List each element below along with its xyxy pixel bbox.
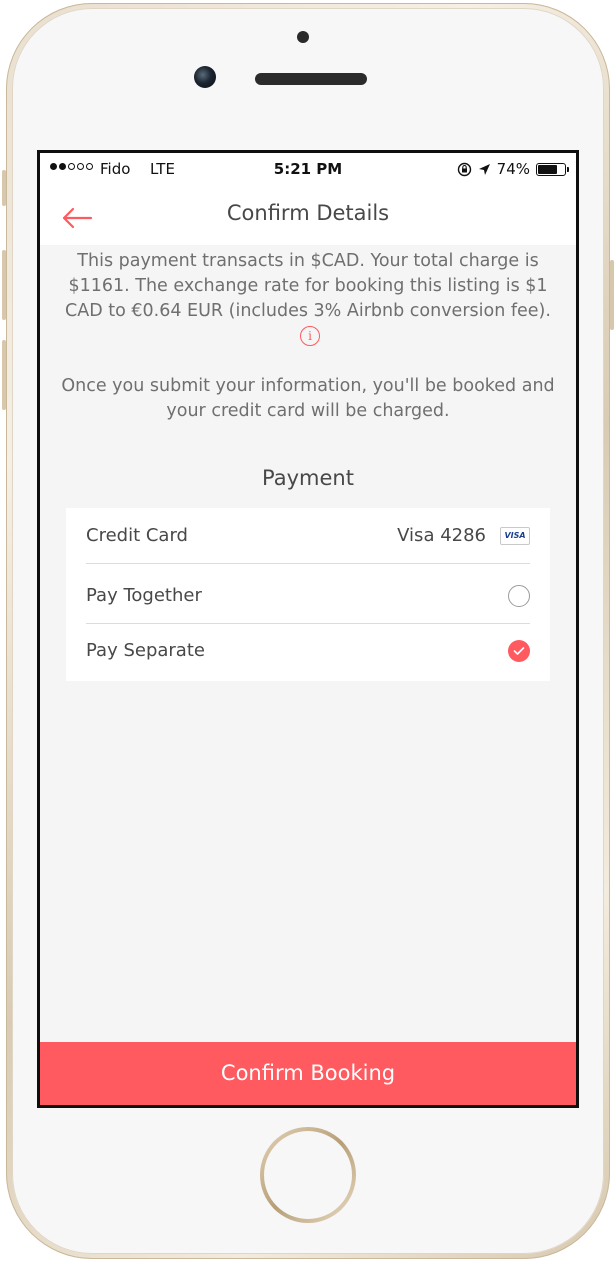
pay-together-label: Pay Together [86,585,202,606]
pay-separate-option[interactable]: Pay Separate [66,623,550,679]
confirm-booking-button[interactable]: Confirm Booking [40,1042,576,1105]
divider [86,563,530,564]
location-icon [478,163,490,175]
pay-together-radio[interactable] [508,585,530,607]
mute-switch [2,170,6,206]
booking-notice: Once you submit your information, you'll… [61,376,555,421]
app-view: Fido LTE 5:21 PM 74% Confirm Details Thi… [40,153,576,1105]
page-title: Confirm Details [226,201,390,225]
pay-together-option[interactable]: Pay Together [66,568,550,624]
exchange-rate-info: This payment transacts in $CAD. Your tot… [60,249,556,349]
checkmark-icon [513,647,525,655]
credit-card-row[interactable]: Credit Card Visa 4286 VISA [66,508,550,564]
credit-card-value: Visa 4286 [397,525,486,546]
navigation-bar: Confirm Details [40,187,576,245]
power-button [610,260,614,330]
status-right: 74% [457,160,569,178]
proximity-sensor [297,31,309,43]
payment-options-card: Credit Card Visa 4286 VISA Pay Together … [66,508,550,681]
screen: Fido LTE 5:21 PM 74% Confirm Details Thi… [37,150,579,1108]
credit-card-label: Credit Card [86,525,188,546]
info-icon[interactable]: i [300,326,320,346]
pay-separate-label: Pay Separate [86,640,205,661]
battery-icon [536,162,569,176]
visa-card-icon: VISA [500,527,530,545]
payment-section-title: Payment [262,466,354,490]
volume-down-button [2,340,6,410]
pay-separate-radio[interactable] [508,640,530,662]
orientation-lock-icon [457,162,471,176]
earpiece-speaker [255,73,367,85]
status-bar: Fido LTE 5:21 PM 74% [40,153,576,187]
front-camera [194,66,216,88]
battery-percent: 74% [496,160,530,178]
exchange-rate-text: This payment transacts in $CAD. Your tot… [65,251,551,321]
volume-up-button [2,250,6,320]
home-button[interactable] [260,1127,356,1223]
